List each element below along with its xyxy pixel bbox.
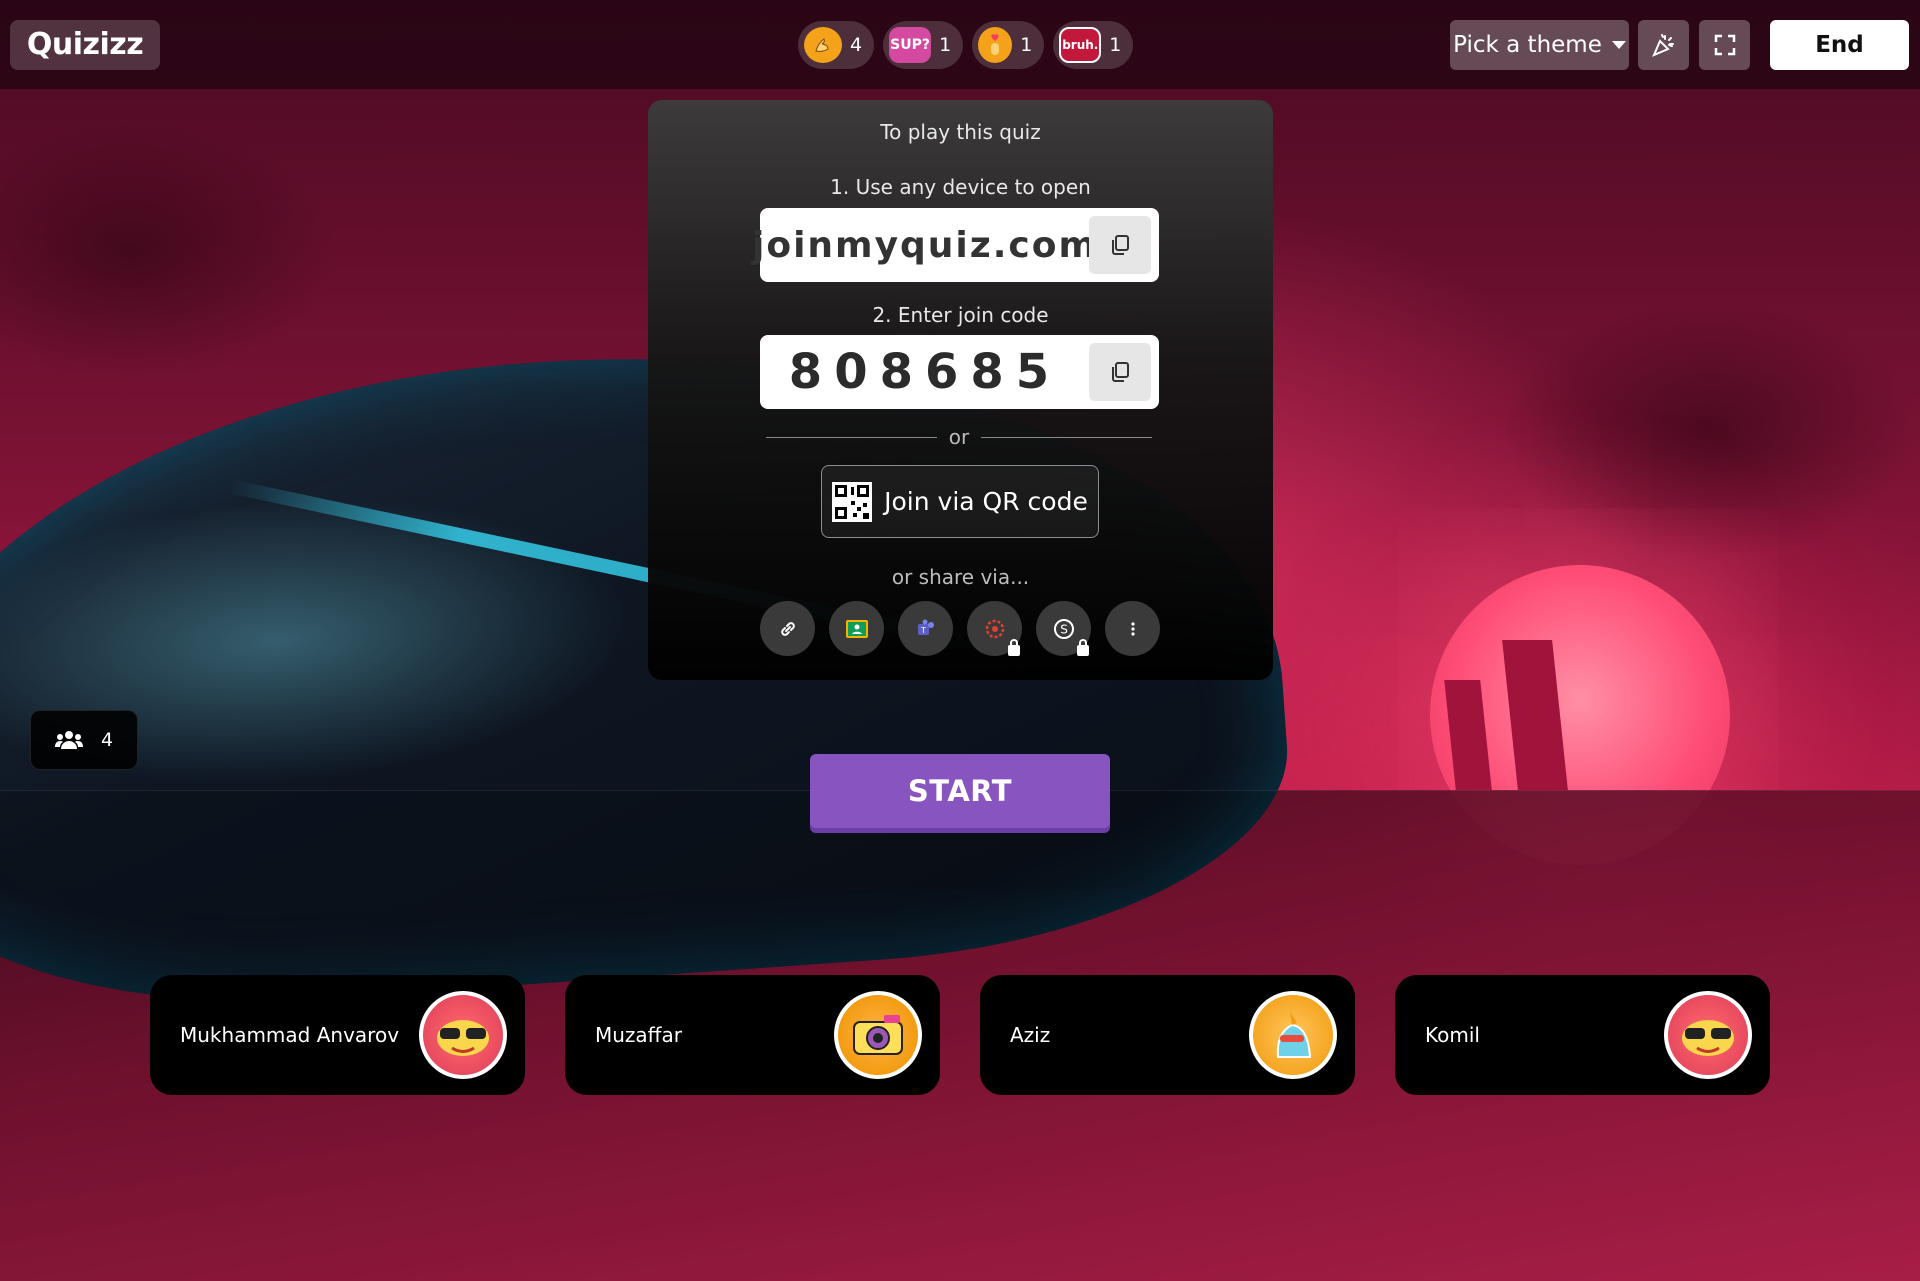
step2-label: 2. Enter join code — [872, 303, 1049, 327]
join-url-field: joinmyquiz.com — [752, 208, 1159, 282]
reaction-count: 1 — [939, 34, 952, 56]
start-button[interactable]: START — [810, 754, 1110, 828]
card-heading: To play this quiz — [880, 120, 1041, 144]
sunglasses-face-avatar — [1664, 991, 1752, 1079]
join-via-qr-button[interactable]: Join via QR code — [821, 465, 1099, 538]
microsoft-teams-icon: T — [917, 619, 934, 635]
player-name: Komil — [1425, 1023, 1480, 1047]
share-options: T S — [760, 601, 1160, 656]
share-canvas-button[interactable] — [967, 601, 1022, 656]
or-divider: or — [766, 425, 1152, 449]
share-label: or share via... — [891, 565, 1030, 589]
player-name: Aziz — [1010, 1023, 1051, 1047]
party-popper-icon — [1651, 34, 1674, 57]
canvas-icon — [985, 619, 1004, 638]
more-options-icon — [1130, 621, 1135, 636]
player-card[interactable]: Mukhammad Anvarov — [150, 975, 525, 1095]
reactions-bar: 4 SUP? 1 1 bruh. 1 — [798, 21, 1134, 69]
share-more-button[interactable] — [1105, 601, 1160, 656]
or-text: or — [948, 425, 970, 449]
pick-theme-dropdown[interactable]: Pick a theme — [1450, 20, 1629, 70]
player-card[interactable]: Komil — [1395, 975, 1770, 1095]
users-icon — [54, 731, 83, 749]
fullscreen-button[interactable] — [1699, 20, 1750, 70]
effects-button[interactable] — [1638, 20, 1689, 70]
svg-text:S: S — [1060, 622, 1068, 636]
caret-down-icon — [1611, 41, 1626, 49]
finger-heart-icon — [978, 27, 1013, 63]
share-google-classroom-button[interactable] — [829, 601, 884, 656]
lock-icon — [1077, 639, 1089, 656]
bruh-sticker-icon: bruh. — [1059, 27, 1102, 63]
top-bar: Quizizz 4 SUP? 1 1 bruh. 1 Pick a theme — [0, 0, 1920, 89]
join-quiz-card: To play this quiz 1. Use any device to o… — [648, 100, 1273, 680]
lock-icon — [1008, 639, 1020, 656]
copy-url-button[interactable] — [1089, 216, 1151, 274]
player-card[interactable]: Muzaffar — [565, 975, 940, 1095]
fullscreen-icon — [1714, 34, 1735, 56]
divider-line — [766, 436, 937, 438]
reaction-count: 1 — [1109, 34, 1122, 56]
sup-sticker-icon: SUP? — [889, 27, 932, 63]
reaction-heart[interactable]: 1 — [972, 21, 1045, 69]
qr-code-icon — [832, 481, 873, 522]
schoology-icon: S — [1053, 618, 1074, 639]
quizizz-logo[interactable]: Quizizz — [10, 20, 160, 70]
qr-button-label: Join via QR code — [884, 487, 1088, 516]
player-name: Mukhammad Anvarov — [180, 1023, 400, 1047]
camera-avatar — [834, 991, 922, 1079]
divider-line — [981, 436, 1152, 438]
copy-icon — [1112, 362, 1129, 382]
sunglasses-face-avatar — [419, 991, 507, 1079]
end-button[interactable]: End — [1770, 20, 1909, 70]
player-card[interactable]: Aziz — [980, 975, 1355, 1095]
player-count-value: 4 — [100, 729, 114, 751]
join-code-field: 808685 — [760, 335, 1159, 409]
palm-silhouette — [0, 120, 340, 380]
join-code-text: 808685 — [788, 344, 1062, 400]
unicorn-avatar — [1249, 991, 1337, 1079]
step1-label: 1. Use any device to open — [830, 175, 1091, 199]
player-name: Muzaffar — [595, 1023, 682, 1047]
palm-silhouette — [1500, 300, 1920, 560]
share-link-button[interactable] — [760, 601, 815, 656]
join-url-text: joinmyquiz.com — [752, 224, 1098, 266]
theme-label: Pick a theme — [1453, 32, 1602, 58]
link-icon — [780, 621, 795, 636]
svg-text:T: T — [920, 626, 926, 635]
flexed-biceps-icon — [804, 27, 842, 63]
reaction-count: 4 — [850, 34, 863, 56]
player-list: Mukhammad Anvarov Muzaffar Aziz Komil — [150, 975, 1770, 1095]
copy-icon — [1112, 235, 1129, 255]
copy-code-button[interactable] — [1089, 343, 1151, 401]
share-schoology-button[interactable]: S — [1036, 601, 1091, 656]
player-count-badge: 4 — [30, 710, 138, 770]
share-microsoft-teams-button[interactable]: T — [898, 601, 953, 656]
reaction-sup[interactable]: SUP? 1 — [883, 21, 964, 69]
google-classroom-icon — [845, 619, 868, 638]
reaction-flex[interactable]: 4 — [798, 21, 875, 69]
reaction-bruh[interactable]: bruh. 1 — [1053, 21, 1134, 69]
reaction-count: 1 — [1020, 34, 1033, 56]
